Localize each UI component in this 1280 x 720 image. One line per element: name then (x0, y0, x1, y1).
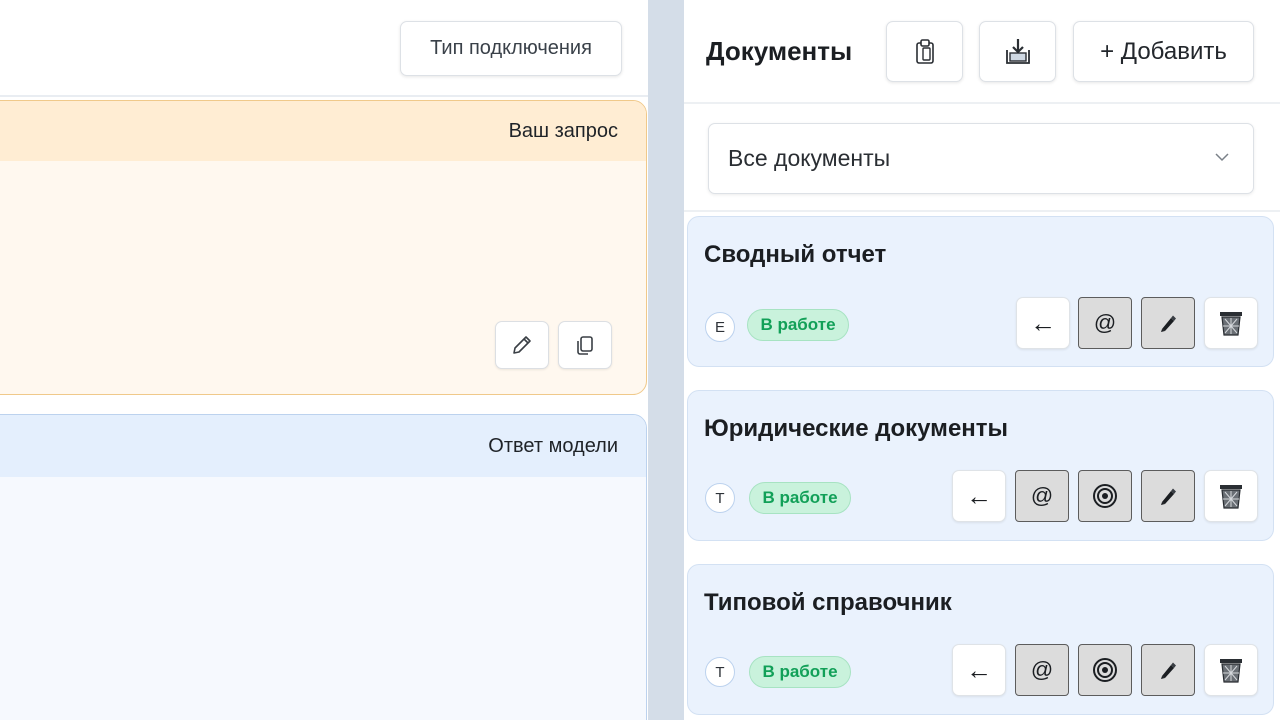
avatar: Е (705, 312, 735, 342)
connection-type-button[interactable]: Тип подключения (400, 21, 622, 76)
status-badge: В работе (749, 482, 851, 514)
download-icon (1005, 38, 1030, 64)
status-badge: В работе (747, 309, 849, 341)
documents-filter-value: Все документы (728, 145, 891, 171)
chat-panel: Тип подключения Ваш запрос Ответ модели (0, 0, 648, 720)
chat-toolbar: Тип подключения (0, 0, 648, 97)
documents-panel: Документы + Добавить Все документы Сводн… (684, 0, 1280, 720)
add-document-button[interactable]: + Добавить (1073, 21, 1254, 82)
arrow-left-icon: ← (966, 480, 992, 511)
clipboard-icon (915, 38, 934, 64)
filter-divider (684, 210, 1280, 212)
mention-button[interactable]: @ (1078, 297, 1132, 349)
delete-document-button[interactable] (1204, 470, 1258, 522)
pencil-icon (513, 336, 531, 354)
trash-icon (1220, 485, 1242, 509)
delete-document-button[interactable] (1204, 644, 1258, 696)
panel-resize-handle[interactable] (648, 0, 684, 720)
target-button[interactable] (1078, 644, 1132, 696)
back-button[interactable]: ← (952, 470, 1006, 522)
arrow-left-icon: ← (966, 654, 992, 685)
arrow-left-icon: ← (1030, 307, 1056, 338)
document-card[interactable]: Юридические документы Т В работе ← @ (687, 390, 1274, 541)
back-button[interactable]: ← (1016, 297, 1070, 349)
status-badge: В работе (749, 656, 851, 688)
response-card-title: Ответ модели (488, 434, 618, 457)
marker-icon (1161, 662, 1176, 679)
trash-icon (1220, 659, 1242, 683)
copy-icon (577, 336, 593, 355)
documents-filter-select[interactable]: Все документы (708, 123, 1254, 194)
at-icon: @ (1030, 483, 1054, 508)
add-document-label: + Добавить (1100, 37, 1227, 65)
edit-document-button[interactable] (1141, 470, 1195, 522)
edit-document-button[interactable] (1141, 297, 1195, 349)
delete-document-button[interactable] (1204, 297, 1258, 349)
at-icon: @ (1093, 310, 1117, 335)
import-documents-button[interactable] (979, 21, 1056, 82)
document-card[interactable]: Сводный отчет Е В работе ← @ (687, 216, 1274, 367)
documents-title: Документы (706, 36, 853, 66)
document-title: Типовой справочник (704, 589, 952, 616)
header-divider (684, 102, 1280, 104)
paste-documents-button[interactable] (886, 21, 963, 82)
avatar: Т (705, 483, 735, 513)
mention-button[interactable]: @ (1015, 470, 1069, 522)
marker-icon (1161, 488, 1176, 505)
document-card[interactable]: Типовой справочник Т В работе ← @ (687, 564, 1274, 715)
target-icon (1093, 658, 1117, 682)
edit-request-button[interactable] (495, 321, 549, 369)
request-card: Ваш запрос (0, 100, 647, 395)
request-card-header: Ваш запрос (0, 101, 646, 161)
edit-document-button[interactable] (1141, 644, 1195, 696)
response-card: Ответ модели (0, 414, 647, 720)
response-card-header: Ответ модели (0, 415, 646, 477)
copy-request-button[interactable] (558, 321, 612, 369)
target-button[interactable] (1078, 470, 1132, 522)
back-button[interactable]: ← (952, 644, 1006, 696)
trash-icon (1220, 312, 1242, 336)
document-title: Сводный отчет (704, 241, 887, 268)
marker-icon (1161, 315, 1176, 332)
document-title: Юридические документы (704, 415, 1009, 442)
request-card-title: Ваш запрос (508, 119, 618, 142)
avatar: Т (705, 657, 735, 687)
chevron-down-icon (1215, 153, 1229, 162)
mention-button[interactable]: @ (1015, 644, 1069, 696)
target-icon (1093, 484, 1117, 508)
at-icon: @ (1030, 657, 1054, 682)
